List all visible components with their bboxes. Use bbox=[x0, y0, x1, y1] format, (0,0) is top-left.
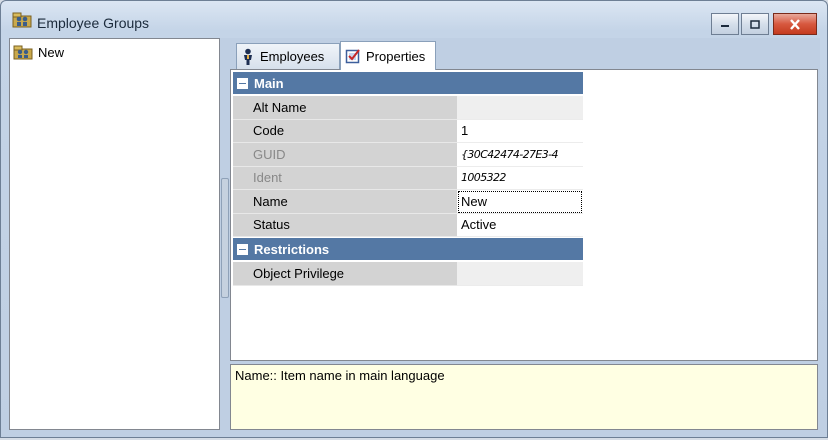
property-row-alt-name[interactable]: Alt Name bbox=[233, 96, 583, 120]
help-text: Name:: Item name in main language bbox=[235, 368, 445, 383]
category-main[interactable]: Main bbox=[233, 72, 583, 94]
property-name: Status bbox=[233, 213, 457, 237]
tab-properties[interactable]: Properties bbox=[340, 41, 436, 70]
tab-strip: Employees Properties bbox=[230, 40, 819, 70]
group-folder-icon bbox=[13, 45, 33, 60]
window-client: New Employees Properties Main Alt Name C… bbox=[9, 38, 820, 430]
collapse-icon[interactable] bbox=[237, 77, 248, 89]
close-icon bbox=[790, 18, 800, 30]
property-row-object-privilege[interactable]: Object Privilege bbox=[233, 262, 583, 286]
property-name: Code bbox=[233, 119, 457, 143]
person-icon bbox=[244, 48, 252, 65]
title-bar[interactable]: Employee Groups bbox=[1, 1, 827, 37]
close-button[interactable] bbox=[773, 13, 817, 35]
property-row-status[interactable]: Status Active bbox=[233, 213, 583, 237]
property-row-ident[interactable]: Ident 1005322 bbox=[233, 166, 583, 190]
tab-label: Employees bbox=[260, 49, 325, 64]
category-title: Restrictions bbox=[254, 241, 330, 257]
property-value[interactable]: 1 bbox=[457, 119, 583, 143]
property-value: 1005322 bbox=[457, 166, 583, 190]
property-name: Object Privilege bbox=[233, 262, 457, 286]
properties-panel: Main Alt Name Code 1 GUID {30C42474-27E3… bbox=[230, 69, 818, 361]
category-restrictions[interactable]: Restrictions bbox=[233, 238, 583, 260]
group-folder-icon bbox=[12, 12, 32, 28]
collapse-icon[interactable] bbox=[237, 243, 248, 255]
minimize-button[interactable] bbox=[711, 13, 739, 35]
property-row-name[interactable]: Name New bbox=[233, 190, 583, 214]
splitter-handle[interactable] bbox=[221, 178, 229, 298]
tree-item-new[interactable]: New bbox=[13, 43, 64, 61]
window-title: Employee Groups bbox=[37, 15, 150, 31]
property-value[interactable] bbox=[457, 262, 583, 286]
property-row-code[interactable]: Code 1 bbox=[233, 119, 583, 143]
maximize-button[interactable] bbox=[741, 13, 769, 35]
tree-item-label: New bbox=[38, 44, 65, 60]
group-tree[interactable]: New bbox=[9, 38, 220, 430]
property-help-box: Name:: Item name in main language bbox=[230, 364, 818, 430]
employee-groups-window: Employee Groups New Employees Properties… bbox=[0, 0, 828, 438]
property-name: Ident bbox=[233, 166, 457, 190]
checkbox-icon bbox=[345, 49, 360, 64]
tab-label: Properties bbox=[366, 48, 426, 64]
category-title: Main bbox=[254, 75, 284, 91]
property-grid: Main Alt Name Code 1 GUID {30C42474-27E3… bbox=[233, 72, 583, 286]
details-pane: Employees Properties Main Alt Name Code … bbox=[230, 40, 819, 430]
maximize-icon bbox=[750, 19, 760, 29]
property-value[interactable]: Active bbox=[457, 213, 583, 237]
property-row-guid[interactable]: GUID {30C42474-27E3-4 bbox=[233, 143, 583, 167]
property-value[interactable] bbox=[457, 96, 583, 120]
property-name: Alt Name bbox=[233, 96, 457, 120]
minimize-icon bbox=[721, 25, 729, 27]
property-value: {30C42474-27E3-4 bbox=[457, 143, 583, 167]
caption-buttons bbox=[709, 13, 817, 35]
tab-employees[interactable]: Employees bbox=[236, 43, 340, 69]
property-value[interactable]: New bbox=[457, 190, 583, 214]
property-name: Name bbox=[233, 190, 457, 214]
property-name: GUID bbox=[233, 143, 457, 167]
